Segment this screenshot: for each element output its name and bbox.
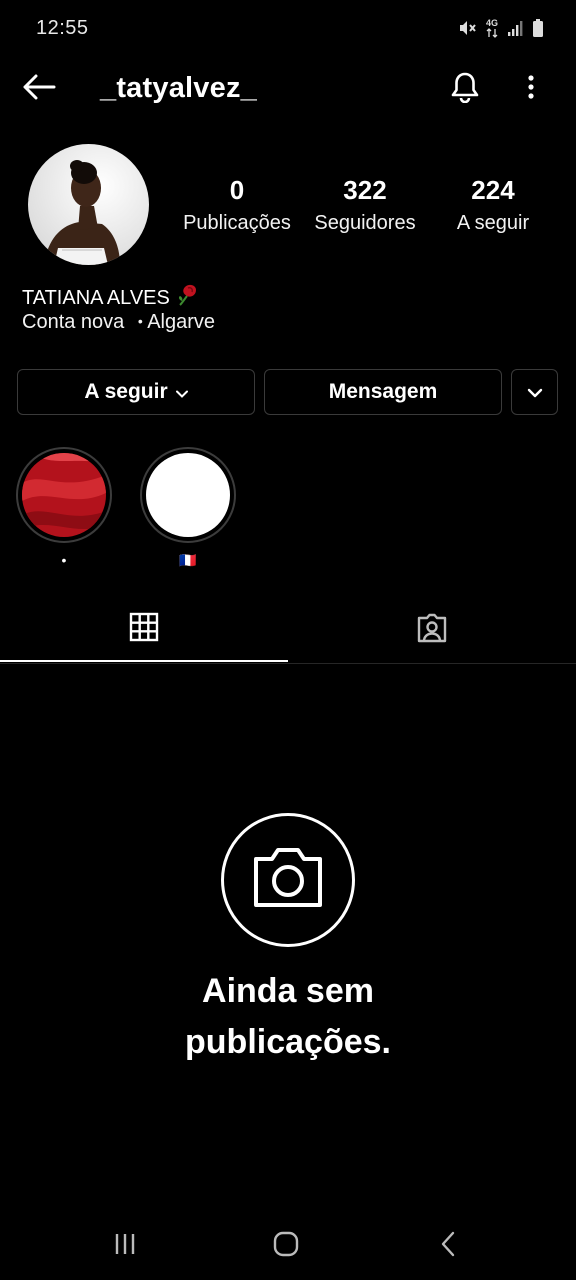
empty-state-message: Ainda sem publicações.: [0, 966, 576, 1068]
highlight-cover-red-fabric: [22, 453, 106, 537]
battery-icon: [532, 18, 544, 38]
message-button[interactable]: Mensagem: [264, 369, 502, 415]
chevron-down-icon: [175, 380, 188, 404]
bio-category: Conta nova: [22, 311, 125, 333]
bio-separator: •: [137, 313, 143, 329]
chevron-down-icon: [527, 380, 543, 404]
bio-location[interactable]: Algarve: [147, 311, 215, 333]
highlight-cover-white: [146, 453, 230, 537]
avatar-photo: [28, 144, 149, 265]
stat-followers[interactable]: 322 Seguidores: [308, 174, 422, 240]
system-navigation-bar: [0, 1210, 576, 1280]
empty-state-line-1: Ainda sem: [202, 972, 374, 1010]
message-button-label: Mensagem: [328, 380, 438, 403]
more-vertical-icon: [527, 74, 535, 105]
status-time: 12:55: [36, 17, 89, 39]
followers-count: 322: [343, 175, 387, 205]
back-button[interactable]: [16, 68, 62, 110]
following-label: A seguir: [456, 212, 530, 234]
posts-label: Publicações: [183, 212, 291, 234]
camera-icon: [250, 845, 326, 916]
profile-tabs: [0, 598, 576, 664]
tab-tagged[interactable]: [288, 598, 576, 663]
tagged-person-icon: [416, 612, 448, 649]
suggested-accounts-button[interactable]: [511, 369, 558, 415]
4g-data-icon: 4G: [485, 17, 498, 38]
following-button[interactable]: A seguir: [17, 369, 255, 415]
posts-count: 0: [229, 175, 245, 205]
profile-bio: Conta nova • Algarve: [22, 309, 215, 336]
recent-apps-button[interactable]: [95, 1224, 155, 1268]
signal-icon: [507, 19, 523, 37]
empty-state-line-2: publicações.: [185, 1023, 391, 1061]
story-highlight-1[interactable]: •: [16, 447, 112, 569]
recent-apps-icon: [113, 1232, 137, 1261]
highlight-ring: [16, 447, 112, 543]
home-button[interactable]: [256, 1224, 316, 1268]
profile-avatar[interactable]: [28, 144, 149, 265]
profile-username: _tatyalvez_: [100, 72, 257, 104]
home-icon: [273, 1231, 299, 1262]
mute-vibrate-icon: [457, 18, 477, 38]
stat-following[interactable]: 224 A seguir: [446, 174, 540, 240]
status-bar: 12:55 4G: [0, 0, 576, 58]
back-arrow-icon: [22, 74, 56, 105]
chevron-left-icon: [440, 1231, 456, 1262]
stat-posts[interactable]: 0 Publicações: [178, 174, 296, 240]
grid-icon: [129, 612, 159, 647]
story-highlight-2[interactable]: 🇫🇷: [140, 447, 236, 569]
empty-state-icon-circle: [221, 813, 355, 947]
system-back-button[interactable]: [418, 1224, 478, 1268]
network-label: 4G: [485, 17, 498, 28]
tab-posts-grid[interactable]: [0, 598, 288, 662]
bell-icon: [450, 71, 480, 108]
following-count: 224: [471, 175, 515, 205]
more-options-button[interactable]: [510, 66, 552, 112]
highlight-label: 🇫🇷: [179, 552, 197, 568]
app-bar: _tatyalvez_: [0, 58, 576, 120]
full-name-text: TATIANA ALVES: [22, 286, 170, 309]
following-button-label: A seguir: [84, 380, 168, 403]
status-icons: 4G: [457, 16, 544, 40]
highlight-ring: [140, 447, 236, 543]
notifications-button[interactable]: [440, 66, 490, 112]
highlight-label: •: [61, 552, 67, 568]
followers-label: Seguidores: [314, 212, 416, 234]
